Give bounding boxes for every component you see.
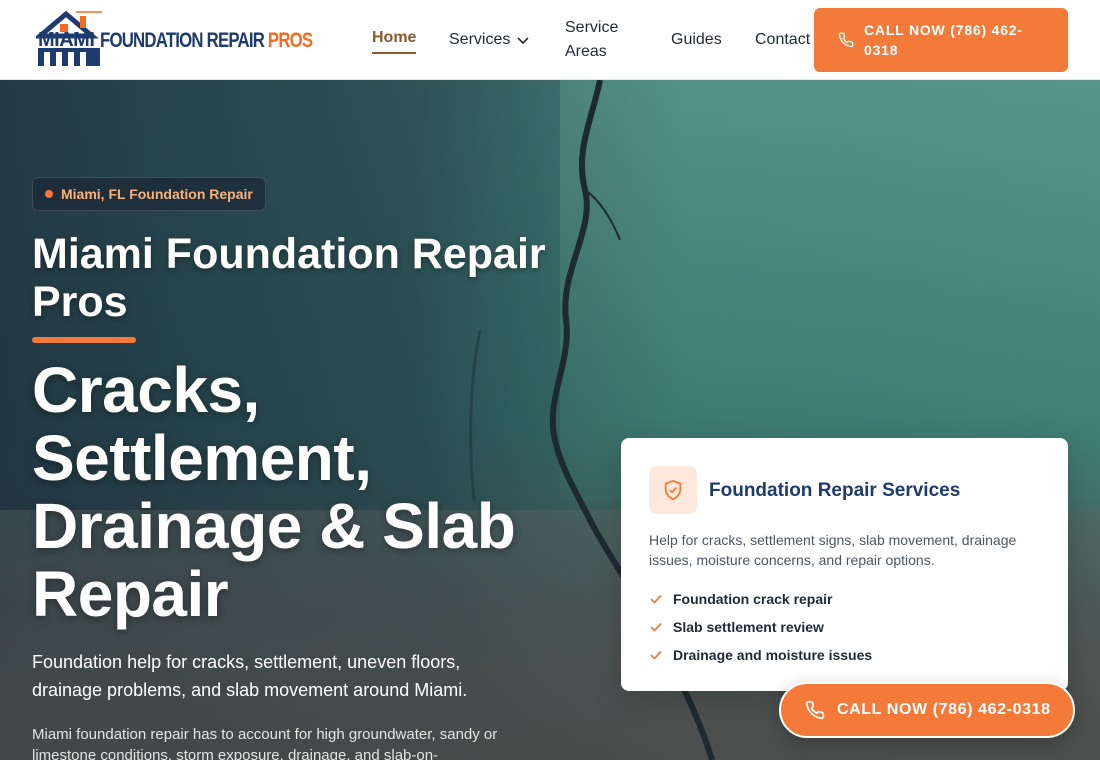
location-badge: Miami, FL Foundation Repair bbox=[32, 177, 266, 211]
check-icon bbox=[649, 620, 673, 634]
hero-lead: Foundation help for cracks, settlement, … bbox=[32, 652, 468, 700]
nav-services-label: Services bbox=[449, 31, 511, 48]
phone-icon bbox=[838, 32, 854, 48]
list-item: Drainage and moisture issues bbox=[649, 641, 872, 669]
hero-section: Miami, FL Foundation Repair Miami Founda… bbox=[0, 80, 1100, 760]
header-call-button[interactable]: CALL NOW (786) 462-0318 bbox=[814, 8, 1068, 72]
hero-headline: Cracks, Settlement, Drainage & Slab Repa… bbox=[32, 354, 516, 630]
list-item-label: Drainage and moisture issues bbox=[673, 647, 873, 663]
check-icon bbox=[649, 592, 673, 606]
title-underline bbox=[32, 337, 136, 343]
list-item: Foundation crack repair bbox=[649, 585, 872, 613]
badge-label: Miami, FL Foundation Repair bbox=[61, 186, 253, 202]
list-item-label: Foundation crack repair bbox=[673, 591, 833, 607]
floating-call-button[interactable]: CALL NOW (786) 462-0318 bbox=[779, 682, 1075, 738]
logo-main-text: FOUNDATION REPAIR bbox=[100, 29, 265, 52]
hero-paragraph: Miami foundation repair has to account f… bbox=[32, 726, 498, 760]
site-logo[interactable]: MIAMI FOUNDATION REPAIR PROS bbox=[36, 10, 313, 70]
chevron-down-icon bbox=[517, 37, 529, 45]
floating-call-label: CALL NOW (786) 462-0318 bbox=[837, 701, 1051, 718]
logo-wordmark: FOUNDATION REPAIR PROS bbox=[100, 29, 313, 52]
card-description: Help for cracks, settlement signs, slab … bbox=[649, 532, 1017, 568]
nav-service-areas[interactable]: Service Areas bbox=[565, 16, 645, 64]
logo-accent-text: PROS bbox=[267, 29, 313, 52]
header-call-label: CALL NOW (786) 462-0318 bbox=[864, 22, 1023, 58]
card-title: Foundation Repair Services bbox=[709, 480, 961, 501]
hero-title: Miami Foundation Repair Pros bbox=[32, 230, 546, 326]
services-card: Foundation Repair Services Help for crac… bbox=[621, 438, 1068, 691]
logo-miami-text: MIAMI bbox=[38, 29, 95, 51]
list-item-label: Slab settlement review bbox=[673, 619, 824, 635]
card-icon-wrap bbox=[649, 466, 697, 514]
list-item: Slab settlement review bbox=[649, 613, 872, 641]
nav-home[interactable]: Home bbox=[372, 26, 417, 54]
shield-check-icon bbox=[664, 479, 682, 501]
check-icon bbox=[649, 648, 673, 662]
phone-icon bbox=[805, 700, 825, 720]
site-header: MIAMI FOUNDATION REPAIR PROS Home Servic… bbox=[0, 0, 1100, 80]
nav-contact[interactable]: Contact bbox=[755, 28, 810, 52]
nav-services[interactable]: Services bbox=[449, 28, 530, 52]
card-feature-list: Foundation crack repair Slab settlement … bbox=[649, 585, 872, 669]
badge-dot bbox=[45, 190, 53, 198]
nav-guides[interactable]: Guides bbox=[671, 28, 722, 52]
